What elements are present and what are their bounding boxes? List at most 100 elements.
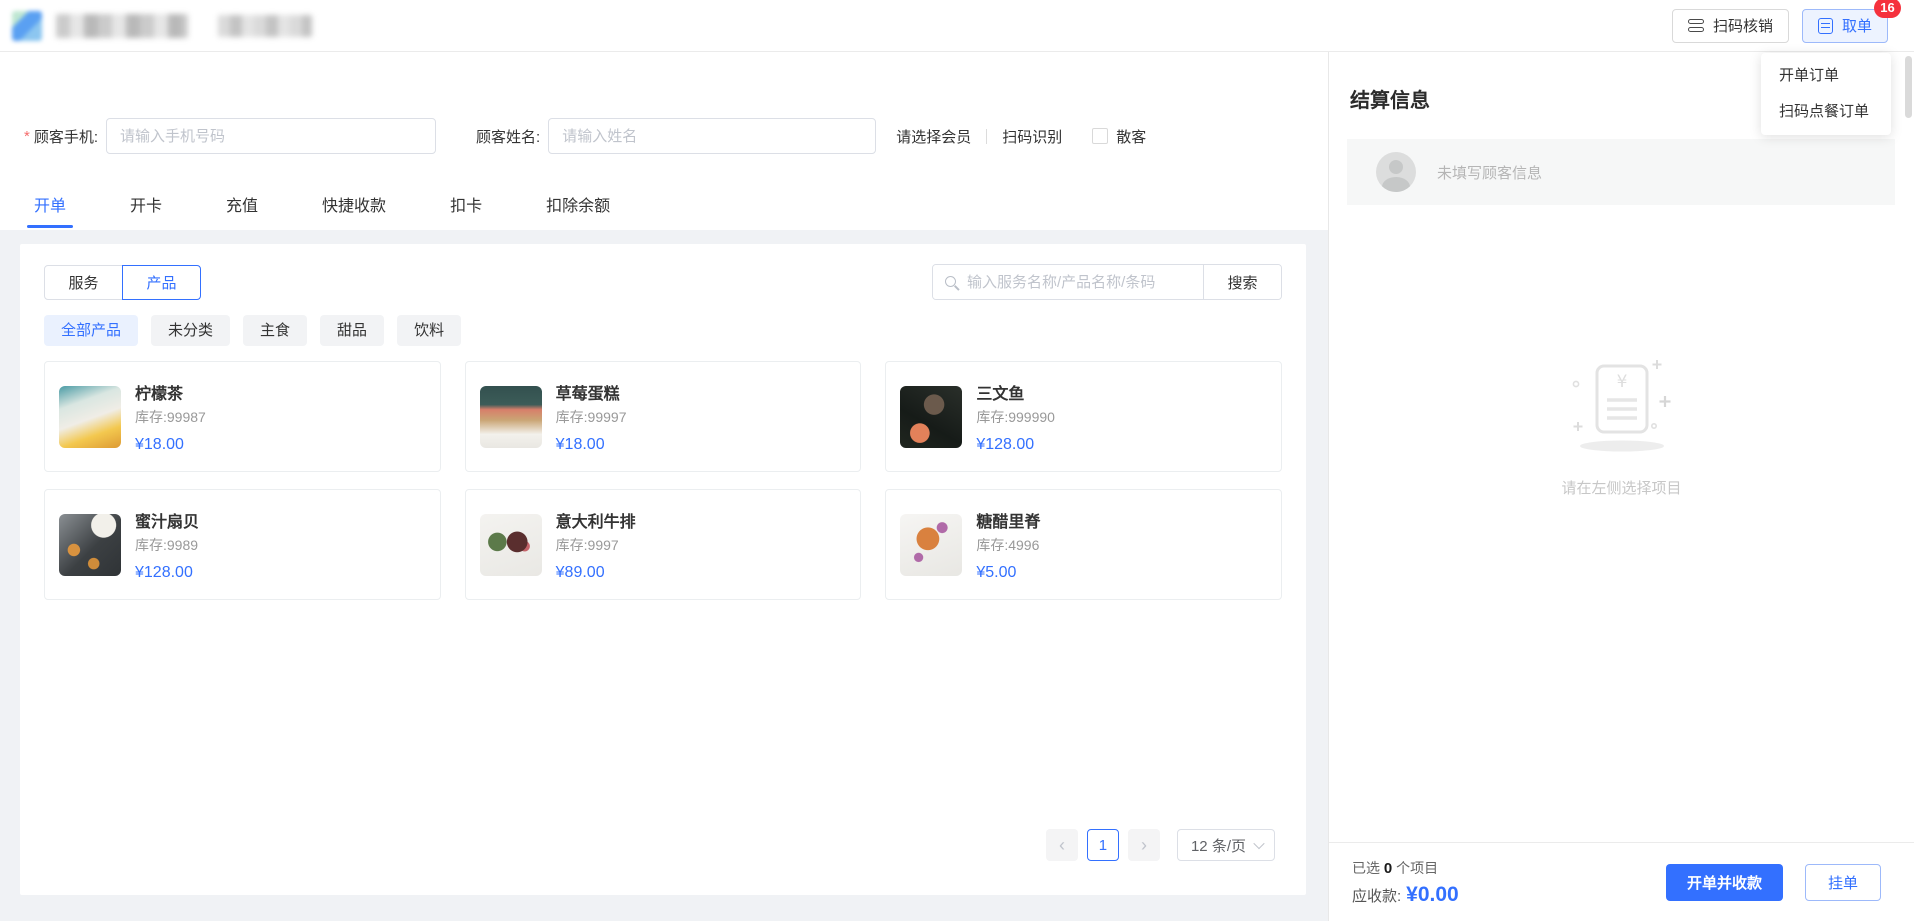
selected-count: 0 (1383, 859, 1393, 877)
product-card[interactable]: 蜜汁扇贝 库存:9989 ¥128.00 (44, 489, 441, 600)
product-image (59, 385, 121, 448)
product-card[interactable]: 意大利牛排 库存:9997 ¥89.00 (464, 489, 862, 600)
scan-verify-label: 扫码核销 (1712, 18, 1773, 35)
menu-item-scan-orders[interactable]: 扫码点餐订单 (1761, 94, 1891, 130)
empty-receipt-icon: ¥ (1572, 360, 1670, 452)
menu-item-open-orders[interactable]: 开单订单 (1761, 58, 1891, 94)
billing-area: * 顾客手机: 顾客姓名: 请选择会员 扫码识别 散客 开单 开卡 充值 快捷收… (0, 52, 1328, 921)
walk-in-checkbox[interactable] (1092, 128, 1109, 144)
category-drinks[interactable]: 饮料 (397, 315, 462, 346)
take-order-wrap: 取单 16 (1801, 0, 1901, 43)
name-input[interactable] (548, 118, 877, 154)
product-card[interactable]: 草莓蛋糕 库存:99997 ¥18.00 (464, 361, 862, 472)
bill-and-collect-button[interactable]: 开单并收款 (1665, 863, 1783, 901)
search-group: 搜索 (932, 264, 1282, 300)
category-dessert[interactable]: 甜品 (320, 315, 385, 346)
product-stock: 库存:999990 (976, 408, 1055, 425)
page-size-select[interactable]: 12 条/页 (1176, 829, 1275, 861)
select-member-link[interactable]: 请选择会员 (896, 126, 971, 147)
store-name-blurred (218, 14, 312, 37)
app-logo (12, 10, 312, 41)
required-mark: * (24, 127, 30, 145)
svg-text:¥: ¥ (1616, 372, 1627, 392)
search-input[interactable] (933, 265, 1203, 299)
catalog-panel: 服务 产品 搜索 全部产品 未分类 主食 甜品 饮料 (20, 244, 1306, 895)
checkout-actions: 开单并收款 挂单 (1665, 863, 1881, 901)
empty-hint-text: 请在左侧选择项目 (1561, 480, 1682, 497)
product-grid: 柠檬茶 库存:99987 ¥18.00 草莓蛋糕 库存:99997 ¥18.00 (44, 361, 1282, 600)
product-info: 蜜汁扇贝 库存:9989 ¥128.00 (135, 508, 199, 582)
product-image (479, 385, 542, 448)
product-stock: 库存:4996 (976, 536, 1040, 553)
tab-open-bill[interactable]: 开单 (26, 192, 74, 228)
search-box (933, 265, 1203, 299)
no-customer-text: 未填写顾客信息 (1437, 164, 1543, 182)
tab-open-card[interactable]: 开卡 (130, 192, 162, 228)
chevron-left-icon: ‹ (1058, 834, 1065, 855)
product-info: 柠檬茶 库存:99987 ¥18.00 (135, 380, 206, 454)
page-number-button[interactable]: 1 (1086, 829, 1119, 861)
scan-identify-link[interactable]: 扫码识别 (1002, 126, 1062, 147)
product-image (900, 385, 963, 448)
receivable-line: 应收款: ¥0.00 (1352, 883, 1459, 907)
product-card[interactable]: 三文鱼 库存:999990 ¥128.00 (885, 361, 1282, 472)
product-info: 糖醋里脊 库存:4996 ¥5.00 (976, 508, 1040, 582)
chevron-right-icon: › (1140, 834, 1147, 855)
product-card[interactable]: 糖醋里脊 库存:4996 ¥5.00 (885, 489, 1282, 600)
pagination: ‹ 1 › 12 条/页 (1045, 829, 1275, 861)
brand-name-blurred (56, 13, 188, 38)
tab-deduct-card[interactable]: 扣卡 (450, 192, 482, 228)
walk-in-label: 散客 (1116, 128, 1147, 146)
tab-deduct-balance[interactable]: 扣除余额 (546, 192, 610, 228)
category-uncategorized[interactable]: 未分类 (151, 315, 231, 346)
search-button[interactable]: 搜索 (1203, 265, 1281, 299)
catalog-background: 服务 产品 搜索 全部产品 未分类 主食 甜品 饮料 (0, 230, 1328, 921)
product-price: ¥18.00 (555, 435, 605, 453)
product-price: ¥128.00 (976, 435, 1035, 453)
product-card[interactable]: 柠檬茶 库存:99987 ¥18.00 (44, 361, 441, 472)
product-price: ¥128.00 (135, 563, 193, 581)
order-doc-icon (1817, 17, 1833, 34)
scan-verify-button[interactable]: 扫码核销 (1671, 8, 1789, 43)
page-next-button[interactable]: › (1127, 829, 1160, 861)
product-stock: 库存:9997 (555, 536, 619, 553)
page-prev-button[interactable]: ‹ (1045, 829, 1078, 861)
scan-lines-icon (1687, 19, 1704, 32)
topbar: 扫码核销 取单 16 (0, 0, 1914, 52)
receivable-label: 应收款: (1352, 887, 1402, 905)
walk-in-option[interactable]: 散客 (1092, 126, 1146, 147)
phone-input[interactable] (106, 118, 437, 154)
hold-order-button[interactable]: 挂单 (1804, 863, 1881, 901)
product-name: 三文鱼 (976, 385, 1025, 403)
take-order-menu: 开单订单 扫码点餐订单 (1761, 53, 1891, 135)
product-name: 糖醋里脊 (976, 513, 1041, 531)
product-stock: 库存:9989 (135, 536, 199, 553)
category-staple[interactable]: 主食 (243, 315, 308, 346)
take-order-label: 取单 (1841, 18, 1872, 35)
checkout-footer: 已选 0 个项目 应收款: ¥0.00 开单并收款 挂单 (1329, 842, 1914, 921)
product-price: ¥18.00 (135, 435, 184, 453)
catalog-toolbar: 服务 产品 搜索 (20, 244, 1306, 300)
product-image (900, 513, 963, 576)
type-service-button[interactable]: 服务 (44, 264, 123, 300)
product-price: ¥89.00 (555, 563, 605, 581)
tab-recharge[interactable]: 充值 (226, 192, 258, 228)
product-name: 意大利牛排 (555, 513, 636, 531)
tab-quick-pay[interactable]: 快捷收款 (322, 192, 386, 228)
product-price: ¥5.00 (976, 563, 1017, 581)
product-info: 三文鱼 库存:999990 ¥128.00 (976, 380, 1055, 454)
scrollbar-thumb[interactable] (1905, 56, 1912, 118)
page-size-value: 12 条/页 (1190, 837, 1246, 855)
checkout-panel: 结算信息 未填写顾客信息 ¥ 请在左侧选择项目 已选 0 个项目 应收款: ¥0… (1328, 52, 1914, 921)
checkout-customer-bar: 未填写顾客信息 (1347, 139, 1895, 205)
name-label: 顾客姓名: (476, 128, 541, 146)
person-avatar-icon (1376, 152, 1416, 192)
category-all[interactable]: 全部产品 (44, 315, 139, 346)
phone-label: 顾客手机: (33, 128, 99, 146)
billing-tabs: 开单 开卡 充值 快捷收款 扣卡 扣除余额 (26, 192, 610, 228)
product-name: 蜜汁扇贝 (135, 513, 200, 531)
product-info: 意大利牛排 库存:9997 ¥89.00 (556, 508, 636, 582)
type-product-button[interactable]: 产品 (122, 264, 201, 300)
product-stock: 库存:99987 (135, 408, 206, 425)
customer-form: * 顾客手机: 顾客姓名: 请选择会员 扫码识别 散客 (24, 118, 1318, 154)
